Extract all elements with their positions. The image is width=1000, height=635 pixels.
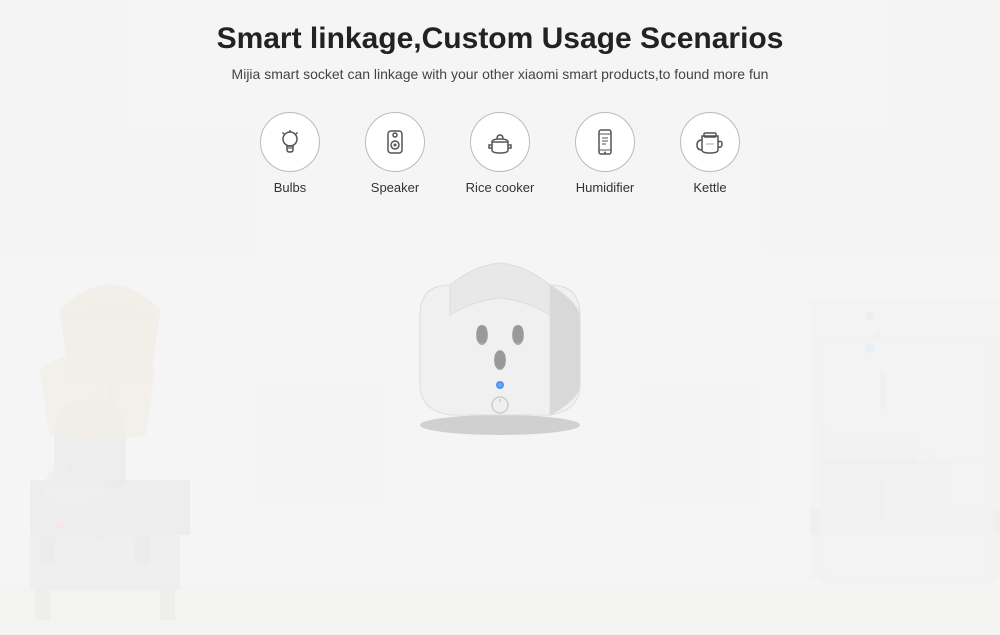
speaker-label: Speaker: [371, 180, 419, 195]
speaker-item: Speaker: [348, 112, 443, 195]
smart-plug-container: [390, 225, 610, 435]
kettle-icon-circle: [680, 112, 740, 172]
humidifier-label: Humidifier: [576, 180, 635, 195]
bulbs-item: Bulbs: [243, 112, 338, 195]
kettle-label: Kettle: [693, 180, 726, 195]
page-title: Smart linkage,Custom Usage Scenarios: [217, 22, 784, 56]
device-icons-row: Bulbs Speaker: [243, 112, 758, 195]
rice-cooker-label: Rice cooker: [466, 180, 535, 195]
page-subtitle: Mijia smart socket can linkage with your…: [232, 66, 769, 82]
bulbs-icon-circle: [260, 112, 320, 172]
bulbs-label: Bulbs: [274, 180, 307, 195]
humidifier-item: Humidifier: [558, 112, 653, 195]
rice-cooker-icon-circle: [470, 112, 530, 172]
page-container: Smart linkage,Custom Usage Scenarios Mij…: [0, 0, 1000, 635]
speaker-icon-circle: [365, 112, 425, 172]
smart-plug-svg: [390, 225, 610, 435]
rice-cooker-item: Rice cooker: [453, 112, 548, 195]
kettle-item: Kettle: [663, 112, 758, 195]
humidifier-icon-circle: [575, 112, 635, 172]
